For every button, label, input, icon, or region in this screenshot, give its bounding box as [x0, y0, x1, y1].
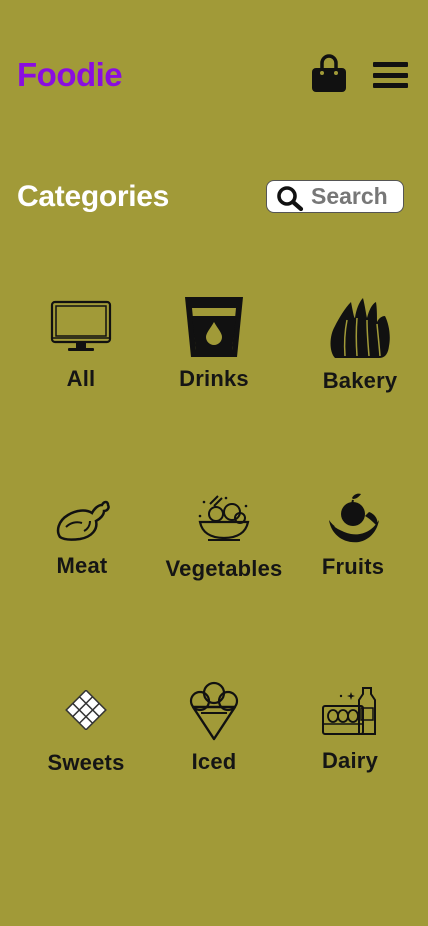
bread-icon [330, 298, 390, 358]
category-label: Sweets [47, 750, 125, 775]
category-dairy[interactable]: Dairy [280, 684, 420, 774]
app-header: Foodie [0, 0, 428, 150]
menu-bar [373, 62, 408, 67]
app-logo[interactable]: Foodie [17, 56, 123, 94]
category-label: Drinks [179, 366, 249, 391]
cart-button[interactable] [311, 53, 347, 93]
category-label: Bakery [322, 368, 398, 393]
category-bakery[interactable]: Bakery [290, 296, 428, 394]
chocolate-icon [65, 690, 107, 730]
category-meat[interactable]: Meat [12, 497, 152, 579]
category-iced[interactable]: Iced [144, 681, 284, 775]
hamburger-menu-button[interactable] [373, 62, 408, 92]
category-fruits[interactable]: Fruits [283, 492, 423, 580]
salad-bowl-icon [198, 495, 250, 541]
category-label: All [66, 366, 96, 391]
monitor-icon [50, 300, 112, 351]
dairy-eggs-milk-icon [322, 687, 376, 735]
category-drinks[interactable]: Drinks [144, 296, 284, 392]
category-label: Dairy [321, 748, 379, 773]
search-icon [277, 186, 304, 211]
drink-glass-icon [185, 297, 243, 357]
search-box[interactable] [266, 180, 404, 213]
category-all[interactable]: All [11, 300, 151, 392]
search-input[interactable] [311, 183, 399, 210]
category-label: Fruits [321, 554, 385, 579]
menu-bar [373, 83, 408, 88]
category-sweets[interactable]: Sweets [16, 690, 156, 776]
category-vegetables[interactable]: Vegetables [154, 494, 294, 582]
chicken-leg-icon [56, 500, 110, 541]
categories-title: Categories [17, 180, 170, 213]
category-label: Vegetables [165, 556, 283, 581]
fruit-basket-icon [329, 493, 379, 543]
category-label: Iced [191, 749, 237, 774]
category-label: Meat [56, 553, 108, 578]
ice-cream-icon [189, 681, 239, 741]
shopping-bag-icon [312, 54, 346, 92]
menu-bar [373, 72, 408, 78]
